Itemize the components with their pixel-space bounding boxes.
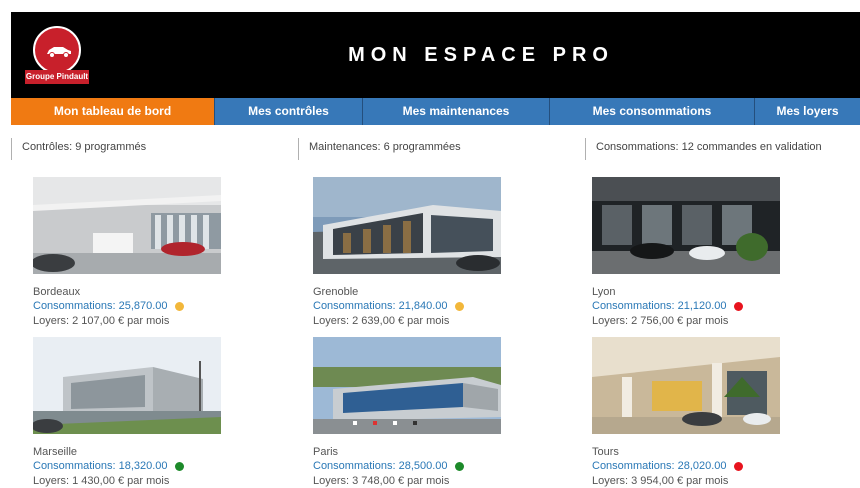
site-name: Lyon [592,286,616,298]
site-photo[interactable] [33,337,221,434]
site-card-lyon: Lyon Consommations: 21,120.00 Loyers: 2 … [592,177,792,328]
logo-emblem [33,26,81,74]
header-bar: Groupe Pindault MON ESPACE PRO [11,12,860,98]
site-name: Tours [592,446,619,458]
site-name: Grenoble [313,286,359,298]
consommations-value: Consommations: 28,020.00 [592,460,727,472]
consommations-value: Consommations: 21,840.00 [313,300,448,312]
site-name: Paris [313,446,339,458]
summary-consommations: Consommations: 12 commandes en validatio… [585,138,860,160]
consommations-link[interactable]: Consommations: 28,500.00 [313,459,513,474]
main-nav: Mon tableau de bord Mes contrôles Mes ma… [11,98,860,125]
loyers-value: Loyers: 1 430,00 € par mois [33,475,170,487]
site-photo[interactable] [592,337,780,434]
site-card-bordeaux: Bordeaux Consommations: 25,870.00 Loyers… [33,177,233,328]
status-dot-green [454,462,464,471]
loyers-value: Loyers: 3 748,00 € par mois [313,475,450,487]
consommations-value: Consommations: 21,120.00 [592,300,727,312]
consommations-value: Consommations: 28,500.00 [313,460,448,472]
consommations-link[interactable]: Consommations: 21,840.00 [313,299,513,314]
consommations-link[interactable]: Consommations: 25,870.00 [33,299,233,314]
summary-controles: Contrôles: 9 programmés [11,138,292,160]
consommations-link[interactable]: Consommations: 28,020.00 [592,459,792,474]
loyers-value: Loyers: 3 954,00 € par mois [592,475,729,487]
page-title: MON ESPACE PRO [348,44,614,66]
site-name: Bordeaux [33,286,81,298]
summary-maintenances: Maintenances: 6 programmées [298,138,579,160]
consommations-link[interactable]: Consommations: 21,120.00 [592,299,792,314]
status-dot-yellow [174,302,184,311]
tab-consommations[interactable]: Mes consommations [549,98,754,125]
logo-text: Groupe Pindault [25,70,89,84]
site-photo[interactable] [33,177,221,274]
consommations-value: Consommations: 18,320.00 [33,460,168,472]
site-card-paris: Paris Consommations: 28,500.00 Loyers: 3… [313,337,513,488]
loyers-value: Loyers: 2 639,00 € par mois [313,315,450,327]
consommations-link[interactable]: Consommations: 18,320.00 [33,459,233,474]
groupe-logo[interactable]: Groupe Pindault [25,20,89,90]
site-name: Marseille [33,446,78,458]
site-photo[interactable] [592,177,780,274]
consommations-value: Consommations: 25,870.00 [33,300,168,312]
loyers-value: Loyers: 2 107,00 € par mois [33,315,170,327]
site-photo[interactable] [313,337,501,434]
car-icon [47,47,71,58]
tab-tableau-de-bord[interactable]: Mon tableau de bord [11,98,214,125]
tab-loyers[interactable]: Mes loyers [754,98,860,125]
status-dot-red [733,462,743,471]
tab-maintenances[interactable]: Mes maintenances [362,98,549,125]
status-dot-green [174,462,184,471]
tab-controles[interactable]: Mes contrôles [214,98,362,125]
site-card-marseille: Marseille Consommations: 18,320.00 Loyer… [33,337,233,488]
site-card-grenoble: Grenoble Consommations: 21,840.00 Loyers… [313,177,513,328]
status-dot-red [733,302,743,311]
status-dot-yellow [454,302,464,311]
loyers-value: Loyers: 2 756,00 € par mois [592,315,729,327]
site-card-tours: Tours Consommations: 28,020.00 Loyers: 3… [592,337,792,488]
site-photo[interactable] [313,177,501,274]
